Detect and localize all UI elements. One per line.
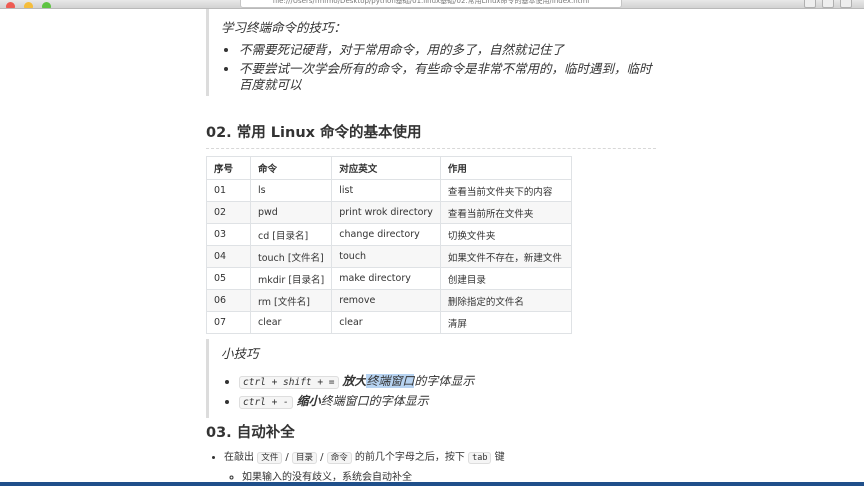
cell-purpose: 创建目录 (439, 267, 572, 290)
autocomplete-list: 在敲出 文件 / 目录 / 命令 的前几个字母之后，按下 tab 键 如果输入的… (206, 449, 658, 482)
emphasis-text: 缩小 (296, 394, 321, 408)
address-bar[interactable]: file:///Users/fmfmo/Desktop/python基础/01.… (240, 0, 622, 8)
cell-index: 04 (206, 245, 251, 268)
share-icon[interactable] (804, 0, 816, 8)
table-row: 04 touch [文件名] touch 如果文件不存在，新建文件 (206, 245, 572, 268)
zoom-window-button[interactable] (42, 2, 52, 8)
list-item: 不要尝试一次学会所有的命令，有些命令是非常不常用的，临时遇到，临时百度就可以 (239, 61, 658, 93)
document-page[interactable]: 学习终端命令的技巧： 不需要死记硬背，对于常用命令，用的多了，自然就记住了 不要… (190, 9, 658, 482)
cell-purpose: 切换文件夹 (439, 223, 572, 246)
cell-command: cd [目录名] (249, 223, 333, 246)
minimize-window-button[interactable] (24, 2, 34, 8)
cell-purpose: 如果文件不存在，新建文件 (439, 245, 572, 268)
list-item: 在敲出 文件 / 目录 / 命令 的前几个字母之后，按下 tab 键 如果输入的… (224, 449, 658, 482)
separator: / (285, 452, 289, 463)
table-row: 03 cd [目录名] change directory 切换文件夹 (206, 223, 572, 246)
table-row: 05 mkdir [目录名] make directory 创建目录 (206, 267, 572, 290)
page-margin-left (0, 9, 190, 482)
cell-english: change directory (331, 223, 441, 246)
selected-text[interactable]: 终端窗口 (366, 374, 415, 388)
list-item: ctrl + - 缩小终端窗口的字体显示 (239, 392, 658, 412)
table-row: 06 rm [文件名] remove 删除指定的文件名 (206, 289, 572, 312)
close-window-button[interactable] (6, 2, 15, 8)
cell-english: list (331, 179, 441, 202)
cell-purpose: 查看当前所在文件夹 (439, 201, 572, 224)
table-header-row: 序号 命令 对应英文 作用 (206, 156, 572, 180)
cell-english: touch (331, 245, 441, 268)
cell-command: rm [文件名] (249, 289, 333, 312)
cell-english: clear (331, 311, 441, 334)
tabs-icon[interactable] (822, 0, 834, 8)
cell-command: clear (249, 311, 333, 334)
taskbar-strip (0, 482, 864, 486)
table-row: 01 ls list 查看当前文件夹下的内容 (206, 179, 572, 202)
cell-index: 07 (206, 311, 251, 334)
cell-index: 06 (206, 289, 251, 312)
emphasis-text: 放大 (342, 374, 367, 388)
tip-text: 的字体显示 (414, 374, 475, 388)
cell-index: 05 (206, 267, 251, 290)
commands-table: 序号 命令 对应英文 作用 01 ls list 查看当前文件夹下的内容 02 … (206, 156, 572, 334)
tips-list: 不需要死记硬背，对于常用命令，用的多了，自然就记住了 不要尝试一次学会所有的命令… (221, 42, 658, 93)
tips-blockquote: 学习终端命令的技巧： 不需要死记硬背，对于常用命令，用的多了，自然就记住了 不要… (206, 9, 658, 96)
text-span: 的前几个字母之后，按下 (354, 452, 465, 463)
shortcut-code: ctrl + - (239, 396, 293, 409)
list-item: 不需要死记硬背，对于常用命令，用的多了，自然就记住了 (239, 42, 658, 58)
cell-purpose: 删除指定的文件名 (439, 289, 572, 312)
cell-command: ls (249, 179, 333, 202)
sub-list: 如果输入的没有歧义，系统会自动补全 (224, 469, 658, 482)
col-header-index: 序号 (206, 156, 251, 180)
browser-titlebar: file:///Users/fmfmo/Desktop/python基础/01.… (0, 0, 864, 9)
cell-purpose: 清屏 (439, 311, 572, 334)
section-heading-autocomplete: 03. 自动补全 (206, 425, 295, 441)
add-tab-icon[interactable] (840, 0, 852, 8)
section-heading-linux-commands: 02. 常用 Linux 命令的基本使用 (206, 121, 656, 149)
inline-code: tab (468, 452, 492, 464)
text-span: 在敲出 (224, 452, 254, 463)
col-header-english: 对应英文 (331, 156, 441, 180)
inline-code: 目录 (291, 452, 317, 464)
text-span: 键 (494, 452, 505, 463)
cell-command: pwd (249, 201, 333, 224)
list-item: ctrl + shift + = 放大终端窗口的字体显示 (239, 372, 658, 392)
separator: / (320, 452, 324, 463)
page-margin-right (658, 9, 864, 482)
cell-command: touch [文件名] (249, 245, 333, 268)
cell-index: 01 (206, 179, 251, 202)
window-controls (6, 0, 55, 8)
small-tips-title: 小技巧 (221, 346, 259, 361)
shortcut-code: ctrl + shift + = (239, 376, 339, 389)
cell-index: 02 (206, 201, 251, 224)
cell-index: 03 (206, 223, 251, 246)
small-tips-blockquote: 小技巧 ctrl + shift + = 放大终端窗口的字体显示 ctrl + … (206, 339, 658, 418)
tip-text: 终端窗口的字体显示 (320, 394, 429, 408)
tips-title: 学习终端命令的技巧： (221, 20, 347, 35)
inline-code: 文件 (257, 452, 283, 464)
cell-command: mkdir [目录名] (249, 267, 333, 290)
cell-english: make directory (331, 267, 441, 290)
cell-english: remove (331, 289, 441, 312)
small-tips-list: ctrl + shift + = 放大终端窗口的字体显示 ctrl + - 缩小… (221, 372, 658, 412)
inline-code: 命令 (326, 452, 352, 464)
table-row: 07 clear clear 清屏 (206, 311, 572, 334)
col-header-command: 命令 (249, 156, 333, 180)
cell-english: print wrok directory (331, 201, 441, 224)
cell-purpose: 查看当前文件夹下的内容 (439, 179, 572, 202)
table-row: 02 pwd print wrok directory 查看当前所在文件夹 (206, 201, 572, 224)
col-header-purpose: 作用 (439, 156, 572, 180)
list-item: 如果输入的没有歧义，系统会自动补全 (242, 469, 658, 482)
